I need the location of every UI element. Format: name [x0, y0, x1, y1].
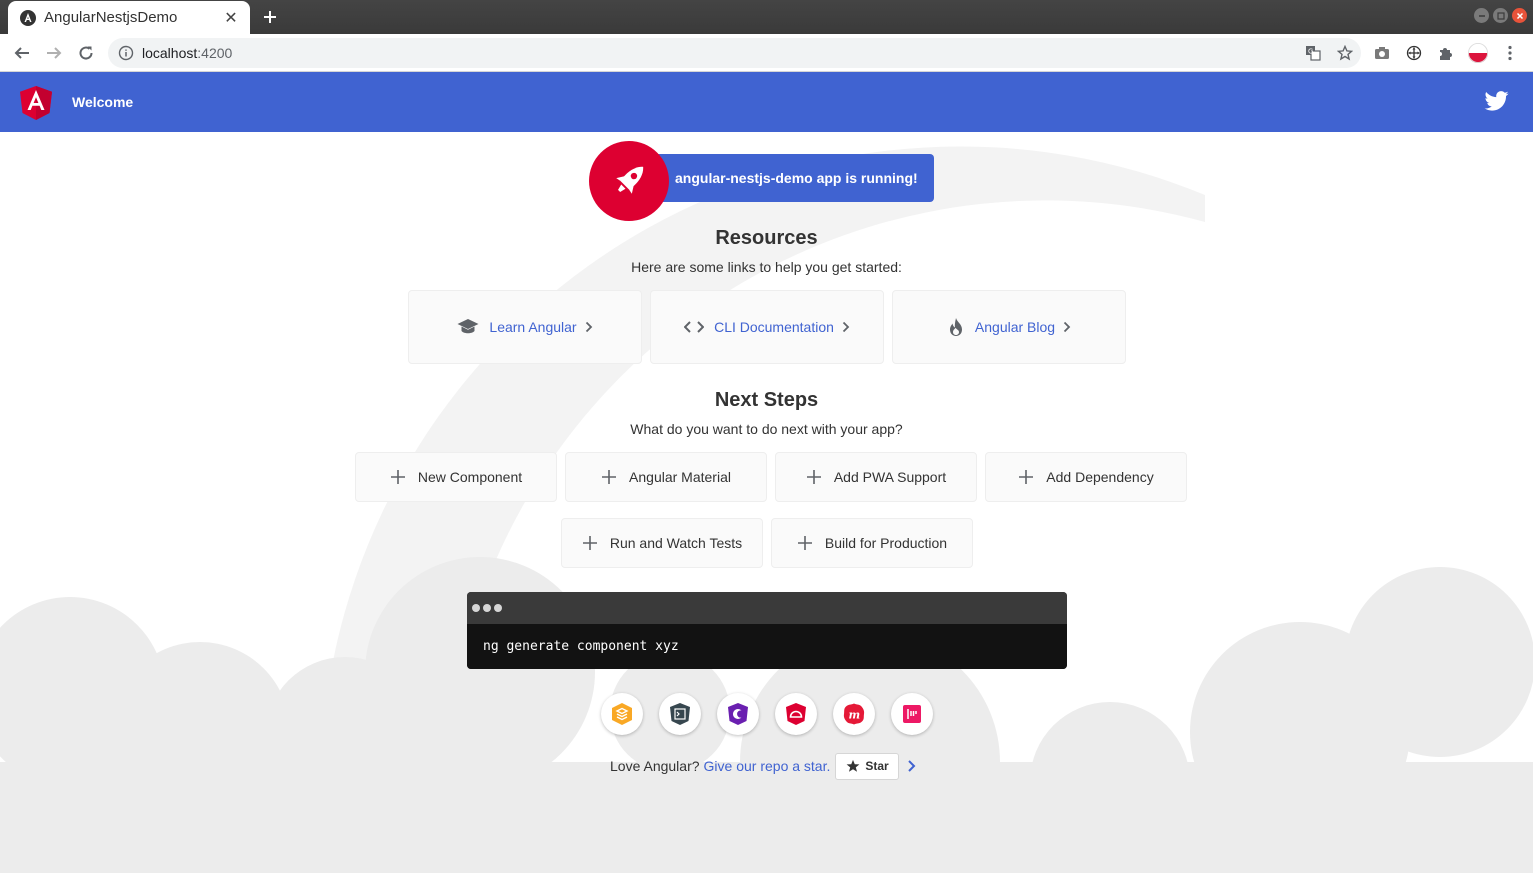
- chevron-right-icon: [842, 321, 850, 333]
- chevron-right-icon[interactable]: [907, 759, 916, 773]
- svg-text:m: m: [849, 709, 861, 722]
- translate-icon[interactable]: G: [1303, 43, 1323, 63]
- next-steps-heading: Next Steps: [714, 389, 819, 411]
- graduation-cap-icon: [457, 318, 479, 336]
- browser-tab[interactable]: AngularNestjsDemo ✕: [8, 1, 250, 34]
- camera-icon[interactable]: [1372, 43, 1392, 63]
- terminal-command: ng generate component xyz: [467, 624, 1067, 669]
- forward-arrow-icon[interactable]: [43, 42, 65, 64]
- plus-icon: [582, 535, 598, 551]
- footer-love-text: Love Angular?: [610, 758, 700, 774]
- puzzle-extensions-icon[interactable]: [1436, 43, 1456, 63]
- plus-icon: [390, 469, 406, 485]
- github-star-button[interactable]: Star: [835, 752, 899, 780]
- cli-documentation-link[interactable]: CLI Documentation: [650, 290, 884, 364]
- augury-icon[interactable]: [717, 693, 759, 735]
- site-info-icon[interactable]: [118, 45, 134, 61]
- new-component-button[interactable]: New Component: [355, 452, 557, 502]
- add-pwa-support-label: Add PWA Support: [833, 469, 947, 485]
- resources-heading: Resources: [715, 227, 818, 249]
- browser-toolbar: localhost:4200 G: [0, 34, 1533, 72]
- new-tab-icon[interactable]: [259, 6, 281, 28]
- resources-subtitle: Here are some links to help you get star…: [631, 259, 902, 275]
- angular-favicon-icon: [20, 9, 36, 26]
- terminal-dot: [483, 604, 491, 612]
- cli-documentation-label: CLI Documentation: [714, 319, 834, 335]
- learn-angular-link[interactable]: Learn Angular: [408, 290, 642, 364]
- learn-angular-label: Learn Angular: [489, 319, 577, 335]
- rocket-icon: [589, 141, 669, 221]
- angular-material-label: Angular Material: [629, 469, 731, 485]
- chevron-right-icon: [1063, 321, 1071, 333]
- protractor-icon[interactable]: [775, 693, 817, 735]
- app-running-card: angular-nestjs-demo app is running!: [650, 154, 934, 202]
- cli-terminal-icon[interactable]: [659, 693, 701, 735]
- run-and-watch-tests-label: Run and Watch Tests: [609, 535, 743, 551]
- angular-blog-label: Angular Blog: [974, 319, 1056, 335]
- tab-title: AngularNestjsDemo: [44, 9, 178, 26]
- plus-icon: [601, 469, 617, 485]
- twitter-icon[interactable]: [1484, 91, 1509, 112]
- url-host: localhost: [142, 45, 198, 61]
- close-window-button[interactable]: [1512, 8, 1527, 23]
- plus-icon: [1018, 469, 1034, 485]
- terminal-header: [467, 592, 1067, 624]
- omnibox-actions: G: [1303, 43, 1355, 63]
- maximize-window-button[interactable]: [1493, 8, 1508, 23]
- reload-icon[interactable]: [75, 42, 97, 64]
- extensions-area: [1372, 43, 1520, 63]
- plus-icon: [797, 535, 813, 551]
- window-controls: [1474, 8, 1527, 23]
- terminal-dot: [494, 604, 502, 612]
- fire-icon: [947, 317, 965, 337]
- url-port: :4200: [197, 45, 233, 61]
- chevron-right-icon: [585, 321, 593, 333]
- next-steps-subtitle: What do you want to do next with your ap…: [630, 421, 903, 437]
- star-label: Star: [865, 759, 889, 773]
- angular-blog-link[interactable]: Angular Blog: [892, 290, 1126, 364]
- angular-material-button[interactable]: Angular Material: [565, 452, 767, 502]
- page-viewport: Welcome angular-nestjs-demo app is runni…: [0, 72, 1533, 873]
- gitter-icon[interactable]: [891, 693, 933, 735]
- add-dependency-label: Add Dependency: [1046, 469, 1154, 485]
- header-title: Welcome: [72, 94, 134, 110]
- add-dependency-button[interactable]: Add Dependency: [985, 452, 1187, 502]
- svg-text:G: G: [1308, 48, 1313, 56]
- angular-logo-icon: [20, 86, 52, 120]
- close-tab-icon[interactable]: ✕: [222, 9, 240, 27]
- bookmark-star-icon[interactable]: [1335, 43, 1355, 63]
- app-header: Welcome: [0, 72, 1533, 132]
- browser-tab-strip: AngularNestjsDemo ✕: [0, 0, 1533, 34]
- meetup-icon[interactable]: m: [833, 693, 875, 735]
- run-and-watch-tests-button[interactable]: Run and Watch Tests: [561, 518, 763, 568]
- kebab-menu-icon[interactable]: [1500, 43, 1520, 63]
- terminal: ng generate component xyz: [467, 592, 1067, 669]
- minimize-window-button[interactable]: [1474, 8, 1489, 23]
- github-repo-link[interactable]: Give our repo a star.: [704, 758, 831, 774]
- star-icon: [846, 759, 860, 773]
- app-running-text: angular-nestjs-demo app is running!: [675, 170, 918, 186]
- profile-avatar[interactable]: [1468, 43, 1488, 63]
- footer-star-row: Love Angular? Give our repo a star. Star: [610, 752, 916, 780]
- url-text: localhost:4200: [142, 45, 232, 61]
- terminal-dot: [472, 604, 480, 612]
- plus-icon: [806, 469, 822, 485]
- build-for-production-label: Build for Production: [824, 535, 948, 551]
- add-pwa-support-button[interactable]: Add PWA Support: [775, 452, 977, 502]
- build-for-production-button[interactable]: Build for Production: [771, 518, 973, 568]
- new-component-label: New Component: [417, 469, 523, 485]
- code-icon: [684, 320, 705, 334]
- back-arrow-icon[interactable]: [11, 42, 33, 64]
- animations-icon[interactable]: [601, 693, 643, 735]
- move-extension-icon[interactable]: [1404, 43, 1424, 63]
- address-bar[interactable]: localhost:4200 G: [108, 38, 1361, 68]
